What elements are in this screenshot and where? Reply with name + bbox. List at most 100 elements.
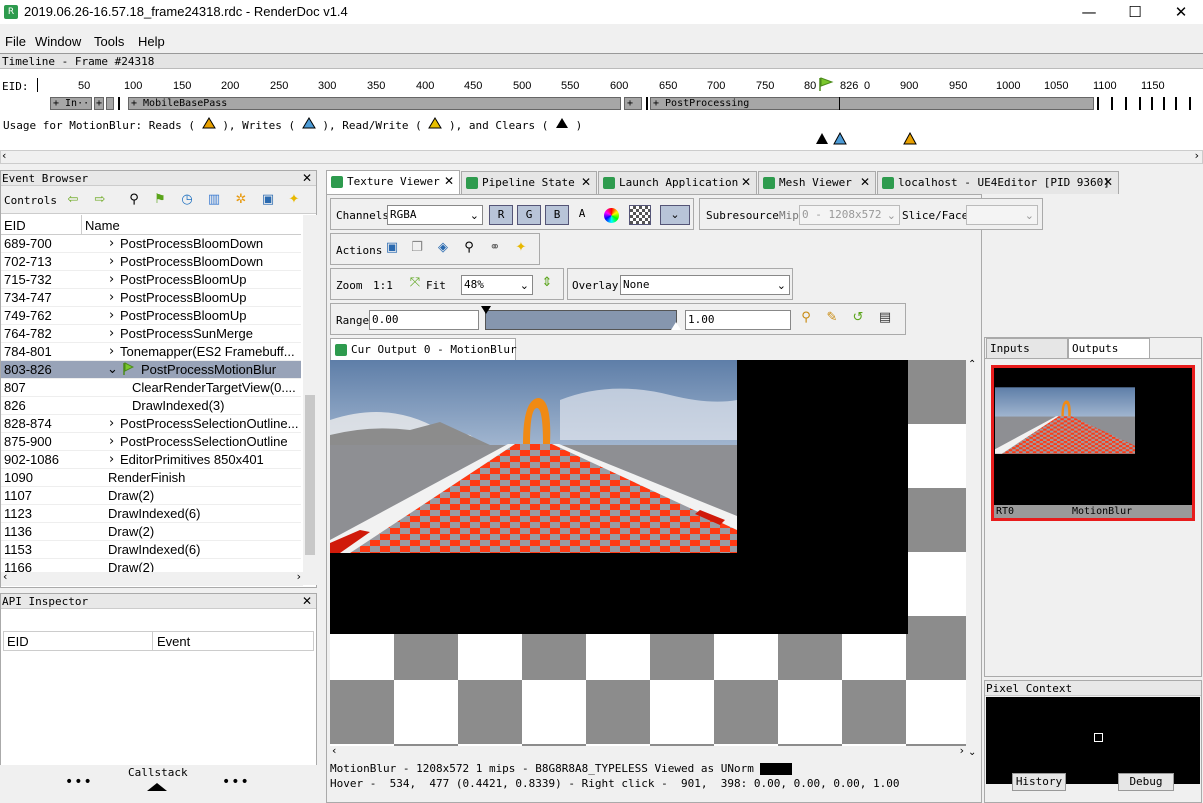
timeline-marker-postprocessing[interactable]: + PostProcessing [650,97,1094,110]
event-row[interactable]: 749-762 › PostProcessBloomUp [1,307,301,325]
event-list-scrollbar[interactable] [303,215,317,585]
column-event[interactable]: Event [157,634,190,649]
chevron-right-icon[interactable]: › [109,452,114,467]
zoom-range-icon[interactable]: ⚲ [797,309,815,327]
menu-window[interactable]: Window [35,34,81,49]
channel-r-button[interactable]: R [489,205,513,225]
texture-viewport[interactable] [330,360,966,760]
tab-inputs[interactable]: Inputs [986,338,1068,358]
range-max-handle[interactable] [671,322,681,330]
chevron-right-icon[interactable]: › [109,344,114,359]
range-histogram[interactable] [485,310,677,330]
chevron-right-icon[interactable]: › [109,434,114,449]
maximize-button[interactable]: ☐ [1112,0,1158,24]
channel-b-button[interactable]: B [545,205,569,225]
event-row[interactable]: 1090 RenderFinish [1,469,301,487]
link-icon[interactable]: ⚭ [486,239,504,257]
previous-event-icon[interactable]: ⇦ [64,191,82,209]
menu-help[interactable]: Help [138,34,165,49]
zoom-select[interactable]: 48% ⌄ [461,275,533,295]
timeline-marker-small[interactable]: + [624,97,642,110]
tab-pipeline-state[interactable]: Pipeline State ✕ [461,171,597,194]
chevron-right-icon[interactable]: › [109,254,114,269]
close-tab-icon[interactable]: ✕ [444,174,454,188]
chevron-down-icon[interactable]: ⌄ [107,362,118,377]
range-min-input[interactable]: 0.00 [369,310,479,330]
tab-texture-viewer[interactable]: Texture Viewer ✕ [326,170,460,195]
event-row[interactable]: 784-801 › Tonemapper(ES2 Framebuff... [1,343,301,361]
expand-up-icon[interactable] [147,783,167,791]
scroll-down-icon[interactable]: ⌄ [968,747,976,758]
find-icon[interactable]: ⚲ [125,191,143,209]
scroll-up-icon[interactable]: ⌃ [968,359,976,370]
auto-fit-icon[interactable]: ✎ [823,309,841,327]
tab-launch-application[interactable]: Launch Application ✕ [598,171,757,194]
columns-icon[interactable]: ▥ [205,191,223,209]
scroll-left-icon[interactable]: ‹ [3,570,7,583]
overlay-select[interactable]: None ⌄ [620,275,790,295]
chevron-right-icon[interactable]: › [109,236,114,251]
mip-select[interactable]: 0 - 1208x572 ⌄ [799,205,900,225]
scroll-right-icon[interactable]: › [960,744,964,757]
event-row[interactable]: 702-713 › PostProcessBloomDown [1,253,301,271]
close-tab-icon[interactable]: ✕ [581,175,591,189]
chevron-right-icon[interactable]: › [109,308,114,323]
tab-mesh-viewer[interactable]: Mesh Viewer ✕ [758,171,876,194]
close-panel-icon[interactable]: ✕ [302,171,312,186]
slice-select[interactable]: ⌄ [966,205,1038,225]
more-left-icon[interactable]: ••• [65,774,93,790]
timeline-marker-initial[interactable]: + In··· [50,97,92,110]
event-row[interactable]: 1136 Draw(2) [1,523,301,541]
view-source-icon[interactable]: ◈ [434,239,452,257]
plugin-icon[interactable]: ✦ [512,239,530,257]
event-row[interactable]: 1123 DrawIndexed(6) [1,505,301,523]
flip-vertical-icon[interactable]: ⇕ [538,274,556,292]
tab-outputs[interactable]: Outputs [1068,338,1150,359]
scrollbar-thumb[interactable] [305,395,315,555]
histogram-icon[interactable]: ▤ [876,309,894,327]
timeline-marker-small[interactable]: + [94,97,104,110]
fit-icon[interactable]: ⤧ [406,274,424,292]
tab-cur-output[interactable]: Cur Output 0 - MotionBlur [330,338,517,360]
scroll-right-icon[interactable]: › [1195,149,1199,162]
event-row[interactable]: 1107 Draw(2) [1,487,301,505]
column-eid[interactable]: EID [7,634,29,649]
timeline-marker-small[interactable] [106,97,114,110]
chevron-right-icon[interactable]: › [109,416,114,431]
viewport-hscrollbar[interactable]: ‹ › [330,744,966,760]
channel-options-button[interactable]: ⌄ [660,205,690,225]
history-button[interactable]: History [1012,773,1066,791]
menu-tools[interactable]: Tools [94,34,124,49]
close-button[interactable]: ✕ [1158,0,1203,24]
range-max-input[interactable]: 1.00 [685,310,791,330]
event-row[interactable]: 689-700 › PostProcessBloomDown [1,235,301,253]
channel-g-button[interactable]: G [517,205,541,225]
channel-a-button[interactable]: A [574,205,590,225]
event-row[interactable]: 875-900 › PostProcessSelectionOutline [1,433,301,451]
event-row[interactable]: 807 ClearRenderTargetView(0.... [1,379,301,397]
column-eid[interactable]: EID [4,218,26,233]
scroll-left-icon[interactable]: ‹ [2,149,6,162]
timeline-scrollbar[interactable]: ‹ › [0,149,1203,164]
more-right-icon[interactable]: ••• [222,774,250,790]
event-row[interactable]: 734-747 › PostProcessBloomUp [1,289,301,307]
event-row[interactable]: 803-826 ⌄ PostProcessMotionBlur [1,361,301,379]
range-min-handle[interactable] [481,306,491,314]
save-texture-icon[interactable]: ▣ [383,239,401,257]
menu-file[interactable]: File [5,34,26,49]
event-row[interactable]: 902-1086 › EditorPrimitives 850x401 [1,451,301,469]
reset-range-icon[interactable]: ↺ [849,309,867,327]
find-icon[interactable]: ⚲ [460,239,478,257]
viewport-vscrollbar[interactable]: ⌃ ⌄ [966,359,980,760]
event-row[interactable]: 1153 DrawIndexed(6) [1,541,301,559]
time-durations-icon[interactable]: ◷ [178,191,196,209]
event-list-hscrollbar[interactable]: ‹ › [1,570,303,586]
close-tab-icon[interactable]: ✕ [860,175,870,189]
checkerboard-icon[interactable] [629,205,651,225]
settings-icon[interactable]: ✲ [232,191,250,209]
scroll-left-icon[interactable]: ‹ [332,744,336,757]
close-tab-icon[interactable]: ✕ [741,175,751,189]
chevron-right-icon[interactable]: › [109,290,114,305]
fit-button[interactable]: Fit [426,279,446,292]
tab-connection[interactable]: localhost - UE4Editor [PID 9360] ✕ [877,171,1119,194]
